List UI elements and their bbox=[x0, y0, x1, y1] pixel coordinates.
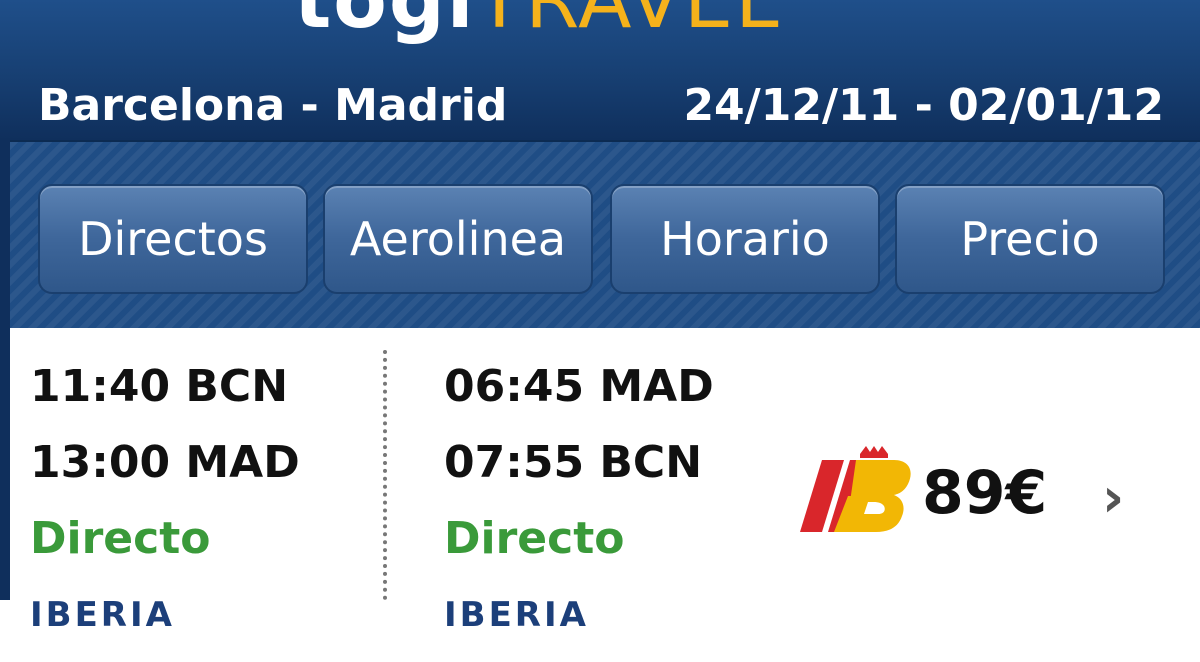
app-header: togiTRAVEL Barcelona - Madrid 24/12/11 -… bbox=[0, 0, 1200, 140]
filter-directos-button[interactable]: Directos bbox=[38, 184, 308, 294]
logo-accent-text: TRAVEL bbox=[475, 0, 781, 46]
flight-result-row[interactable]: 11:40 BCN 13:00 MAD Directo IBERIA 06:45… bbox=[10, 328, 1200, 635]
app-logo: togiTRAVEL bbox=[294, 0, 781, 46]
return-type: Directo bbox=[444, 513, 625, 564]
return-departure: 06:45 MAD bbox=[444, 361, 714, 412]
chevron-right-icon[interactable]: › bbox=[1102, 466, 1124, 529]
return-airline: IBERIA bbox=[444, 595, 589, 635]
iberia-logo-icon bbox=[800, 446, 911, 532]
logo-brand-text: togi bbox=[294, 0, 476, 46]
route-title: Barcelona - Madrid bbox=[38, 80, 508, 131]
flight-price: 89€ bbox=[922, 458, 1048, 528]
outbound-type: Directo bbox=[30, 513, 211, 564]
column-divider bbox=[383, 350, 387, 600]
outbound-flight: 11:40 BCN 13:00 MAD Directo IBERIA bbox=[30, 358, 300, 662]
outbound-airline: IBERIA bbox=[30, 595, 175, 635]
filter-horario-button[interactable]: Horario bbox=[610, 184, 880, 294]
left-edge bbox=[0, 140, 10, 600]
travel-dates: 24/12/11 - 02/01/12 bbox=[683, 80, 1164, 131]
filter-bar: Directos Aerolinea Horario Precio bbox=[10, 140, 1200, 330]
outbound-arrival: 13:00 MAD bbox=[30, 437, 300, 488]
return-arrival: 07:55 BCN bbox=[444, 437, 703, 488]
filter-aerolinea-button[interactable]: Aerolinea bbox=[323, 184, 593, 294]
filter-precio-button[interactable]: Precio bbox=[895, 184, 1165, 294]
return-flight: 06:45 MAD 07:55 BCN Directo IBERIA bbox=[444, 358, 714, 662]
outbound-departure: 11:40 BCN bbox=[30, 361, 289, 412]
